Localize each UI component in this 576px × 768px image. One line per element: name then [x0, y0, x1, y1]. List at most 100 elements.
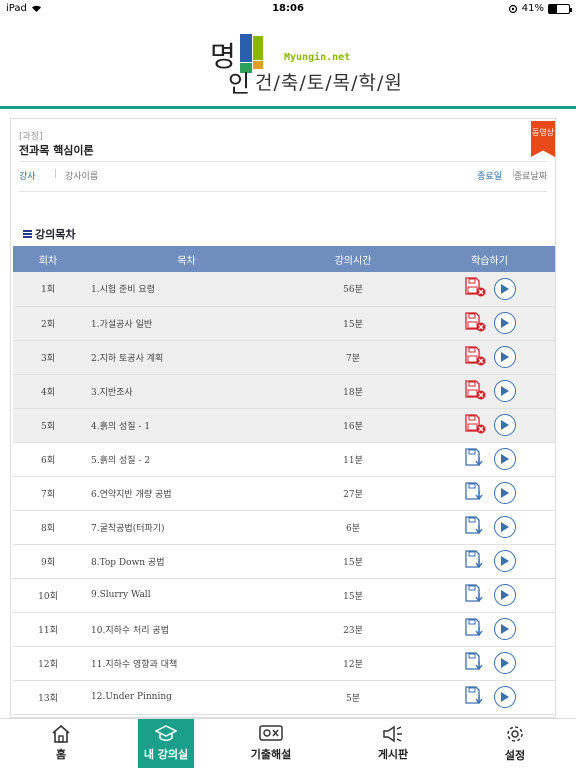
- status-bar: iPad 18:06 41%: [0, 0, 576, 18]
- column-header-time: 강의시간: [290, 246, 416, 272]
- round-cell: 10회: [13, 578, 83, 613]
- tab-past-exams-label: 기출해설: [250, 748, 292, 761]
- file-blocked-icon[interactable]: [464, 345, 488, 370]
- file-blocked-icon[interactable]: [464, 379, 488, 404]
- table-row: 2회 1.가설공사 일반 15분: [13, 306, 555, 341]
- gear-icon: [507, 726, 523, 742]
- play-icon[interactable]: [493, 516, 516, 538]
- round-cell: 7회: [13, 476, 83, 511]
- download-icon[interactable]: [464, 685, 488, 710]
- tab-home[interactable]: 홈: [0, 719, 122, 768]
- clock: 18:06: [272, 3, 304, 14]
- play-icon[interactable]: [493, 652, 516, 674]
- title-cell: 8.Top Down 공법: [83, 544, 290, 579]
- action-cell: [416, 680, 555, 715]
- tab-past-exams[interactable]: 기출해설: [210, 719, 332, 768]
- title-cell: 5.흙의 성질 - 2: [83, 442, 290, 477]
- title-cell: 10.지하수 처리 공법: [83, 612, 290, 647]
- duration-cell: 56분: [290, 272, 416, 307]
- table-row: 13회 12.Under Pinning 5분: [13, 680, 555, 715]
- battery-icon: [548, 3, 572, 14]
- table-row: 5회 4.흙의 성질 - 1 16분: [13, 408, 555, 443]
- tab-board[interactable]: 게시판: [332, 719, 454, 768]
- play-icon[interactable]: [493, 380, 516, 402]
- course-title: 전과목 핵심이론: [19, 144, 94, 157]
- file-blocked-icon[interactable]: [464, 276, 488, 301]
- end-date-label: 종료일: [477, 172, 502, 182]
- course-info-row: 강사 | 강사이름 종료일 | 종료날짜: [19, 169, 547, 185]
- tab-settings[interactable]: 설정: [454, 719, 576, 768]
- round-cell: 3회: [13, 340, 83, 375]
- action-cell: [416, 476, 555, 511]
- download-icon[interactable]: [464, 549, 488, 574]
- logo-name: 건/축/토/목/학/원: [255, 72, 403, 94]
- title-cell: 6.연약지반 개량 공법: [83, 476, 290, 511]
- title-cell: 9.Slurry Wall: [83, 578, 290, 613]
- action-cell: [416, 408, 555, 443]
- action-cell: [416, 374, 555, 409]
- round-cell: 9회: [13, 544, 83, 579]
- title-cell: 3.지반조사: [83, 374, 290, 409]
- round-cell: 13회: [13, 680, 83, 715]
- file-blocked-icon[interactable]: [464, 413, 488, 438]
- duration-cell: 27분: [290, 476, 416, 511]
- download-icon[interactable]: [464, 617, 488, 642]
- action-cell: [416, 306, 555, 341]
- tab-my-classroom[interactable]: 내 강의실: [138, 719, 194, 768]
- academy-logo[interactable]: 명 인 Myungin.net 건/축/토/목/학/원: [0, 18, 576, 106]
- download-icon[interactable]: [464, 515, 488, 540]
- duration-cell: 16분: [290, 408, 416, 443]
- round-cell: 12회: [13, 646, 83, 681]
- play-icon[interactable]: [493, 584, 516, 606]
- download-icon[interactable]: [464, 583, 488, 608]
- download-icon[interactable]: [464, 447, 488, 472]
- megaphone-icon: [383, 725, 402, 743]
- file-blocked-icon[interactable]: [464, 311, 488, 336]
- duration-cell: 15분: [290, 306, 416, 341]
- duration-cell: 5분: [290, 680, 416, 715]
- table-row: 6회 5.흙의 성질 - 2 11분: [13, 442, 555, 477]
- table-row: 9회 8.Top Down 공법 15분: [13, 544, 555, 579]
- action-cell: [416, 646, 555, 681]
- svg-text:명: 명: [210, 40, 236, 73]
- play-icon[interactable]: [493, 482, 516, 504]
- title-cell: 1.가설공사 일반: [83, 306, 290, 341]
- table-row: 11회 10.지하수 처리 공법 23분: [13, 612, 555, 647]
- download-icon[interactable]: [464, 651, 488, 676]
- bottom-tab-bar: 홈 내 강의실 기출해설 게시판 설정: [0, 718, 576, 768]
- table-row: 12회 11.지하수 영향과 대책 12분: [13, 646, 555, 681]
- play-icon[interactable]: [493, 346, 516, 368]
- play-icon[interactable]: [493, 448, 516, 470]
- action-cell: [416, 340, 555, 375]
- table-row: 7회 6.연약지반 개량 공법 27분: [13, 476, 555, 511]
- play-icon[interactable]: [493, 414, 516, 436]
- course-tag: [과정]: [19, 132, 43, 142]
- column-header-title: 목차: [83, 246, 290, 272]
- video-badge: 동영상: [531, 121, 555, 157]
- round-cell: 5회: [13, 408, 83, 443]
- duration-cell: 23분: [290, 612, 416, 647]
- play-icon[interactable]: [493, 312, 516, 334]
- action-cell: [416, 544, 555, 579]
- action-cell: [416, 442, 555, 477]
- action-cell: [416, 510, 555, 545]
- svg-text:인: 인: [228, 70, 250, 94]
- header-divider: [0, 106, 576, 109]
- teacher-label: 강사: [19, 172, 36, 182]
- title-cell: 7.굴착공법(터파기): [83, 510, 290, 545]
- play-icon[interactable]: [493, 618, 516, 640]
- play-icon[interactable]: [493, 277, 516, 300]
- column-header-round: 회차: [13, 246, 83, 272]
- play-icon[interactable]: [493, 686, 516, 708]
- divider: [19, 191, 547, 192]
- duration-cell: 7분: [290, 340, 416, 375]
- duration-cell: 12분: [290, 646, 416, 681]
- table-row: 8회 7.굴착공법(터파기) 6분: [13, 510, 555, 545]
- round-cell: 8회: [13, 510, 83, 545]
- battery-percent: 41%: [521, 3, 544, 14]
- download-icon[interactable]: [464, 481, 488, 506]
- toc-heading: 강의목차: [23, 226, 75, 242]
- play-icon[interactable]: [493, 550, 516, 572]
- round-cell: 6회: [13, 442, 83, 477]
- graduation-cap-icon: [155, 725, 177, 741]
